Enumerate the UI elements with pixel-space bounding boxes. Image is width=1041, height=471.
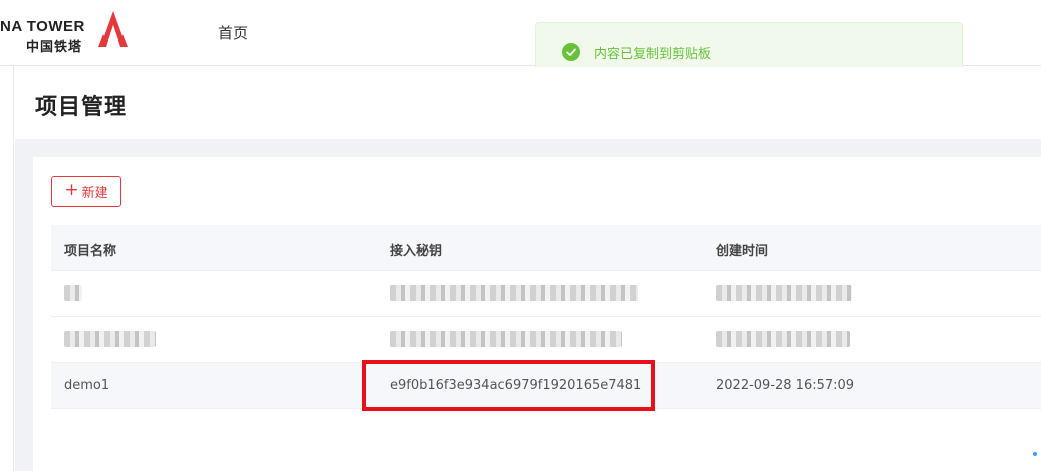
logo-english-text: NA TOWER xyxy=(0,18,85,35)
success-check-icon xyxy=(562,43,580,61)
project-name-cell: demo1 xyxy=(64,378,110,393)
new-button-label: 新建 xyxy=(81,186,108,201)
nav-home-link[interactable]: 首页 xyxy=(218,22,248,43)
table-row[interactable] xyxy=(51,317,1041,363)
page-title: 项目管理 xyxy=(35,95,128,120)
table-row[interactable] xyxy=(51,271,1041,317)
china-tower-logo[interactable]: NA TOWER 中国铁塔 xyxy=(0,8,140,58)
access-key-highlight-box xyxy=(362,360,655,411)
redacted-access-key xyxy=(390,331,622,347)
side-rail xyxy=(0,66,14,471)
new-project-button[interactable]: + 新建 xyxy=(51,176,121,207)
column-header-name: 项目名称 xyxy=(64,244,117,259)
table-header: 项目名称 接入秘钥 创建时间 xyxy=(51,225,1041,271)
column-header-created: 创建时间 xyxy=(716,244,769,259)
redacted-created-time xyxy=(716,285,852,301)
redacted-project-name xyxy=(64,331,156,347)
toast-message: 内容已复制到剪贴板 xyxy=(594,47,712,62)
redacted-access-key xyxy=(390,285,638,301)
created-time-cell: 2022-09-28 16:57:09 xyxy=(716,378,855,393)
redacted-project-name xyxy=(64,285,82,301)
page-header: 项目管理 xyxy=(15,67,1041,139)
redacted-created-time xyxy=(716,331,850,347)
logo-chinese-text: 中国铁塔 xyxy=(26,40,83,55)
plus-icon: + xyxy=(64,180,79,200)
column-header-key: 接入秘钥 xyxy=(390,244,443,259)
tower-logo-icon xyxy=(98,11,128,47)
scroll-indicator xyxy=(1033,452,1037,456)
